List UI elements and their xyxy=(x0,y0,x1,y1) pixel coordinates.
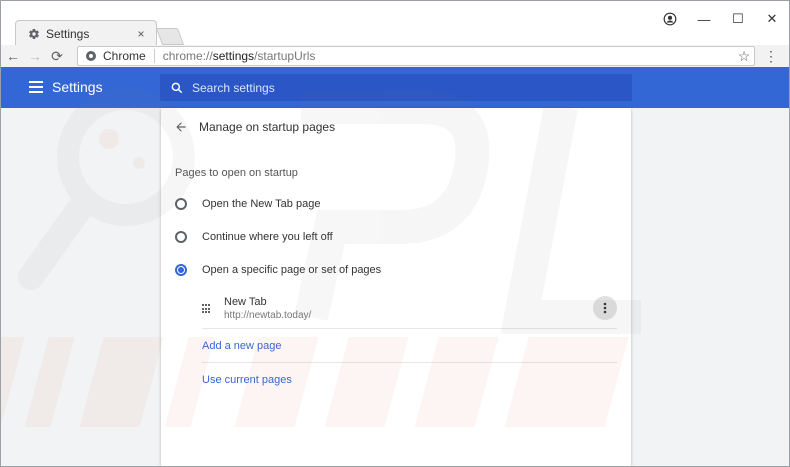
startup-pages-card: Manage on startup pages Pages to open on… xyxy=(161,108,631,466)
minimize-button[interactable]: — xyxy=(687,9,721,29)
site-chip: Chrome xyxy=(103,49,155,63)
hamburger-menu-icon[interactable] xyxy=(29,81,43,93)
gear-icon xyxy=(28,28,40,40)
page-grid-icon xyxy=(202,304,212,314)
window-controls: — ☐ ✕ xyxy=(653,9,789,29)
tab-settings[interactable]: Settings × xyxy=(15,20,157,46)
profile-icon[interactable] xyxy=(653,9,687,29)
address-bar[interactable]: Chrome chrome://settings/startupUrls ☆ xyxy=(77,46,755,66)
forward-button[interactable]: → xyxy=(25,46,45,66)
chrome-icon xyxy=(83,48,99,64)
divider xyxy=(202,362,617,363)
subpage-header: Manage on startup pages xyxy=(161,108,631,146)
search-input[interactable] xyxy=(192,80,592,95)
close-window-button[interactable]: ✕ xyxy=(755,9,789,29)
add-new-page-link[interactable]: Add a new page xyxy=(202,340,282,352)
radio-button[interactable] xyxy=(175,231,187,243)
settings-header: Settings xyxy=(1,67,789,108)
browser-window: Settings × — ☐ ✕ ← → ⟳ Chrome chrome://s… xyxy=(0,0,790,467)
radio-label: Continue where you left off xyxy=(202,231,333,243)
bookmark-star-icon[interactable]: ☆ xyxy=(734,48,754,65)
settings-title: Settings xyxy=(52,79,103,95)
subpage-title: Manage on startup pages xyxy=(199,120,336,134)
radio-option-continue[interactable]: Continue where you left off xyxy=(161,222,631,252)
startup-page-entry: New Tab http://newtab.today/ xyxy=(161,292,631,328)
browser-menu-icon[interactable]: ⋮ xyxy=(763,48,779,64)
new-tab-button[interactable] xyxy=(155,28,185,45)
radio-label: Open a specific page or set of pages xyxy=(202,264,382,276)
search-icon xyxy=(170,81,184,95)
radio-button-checked[interactable] xyxy=(175,264,187,276)
tab-close-icon[interactable]: × xyxy=(134,27,148,41)
reload-button[interactable]: ⟳ xyxy=(47,46,67,66)
divider xyxy=(202,328,617,329)
radio-option-new-tab[interactable]: Open the New Tab page xyxy=(161,189,631,219)
more-actions-icon[interactable] xyxy=(593,296,617,320)
page-entry-title: New Tab xyxy=(224,296,267,308)
radio-option-specific-pages[interactable]: Open a specific page or set of pages xyxy=(161,255,631,285)
maximize-button[interactable]: ☐ xyxy=(721,9,755,29)
tab-title: Settings xyxy=(46,26,90,41)
search-settings-box[interactable] xyxy=(160,74,632,101)
back-arrow-icon[interactable] xyxy=(173,119,189,135)
use-current-pages-link[interactable]: Use current pages xyxy=(202,374,292,386)
tab-strip: Settings × — ☐ ✕ xyxy=(1,1,789,46)
back-button[interactable]: ← xyxy=(3,46,23,66)
radio-label: Open the New Tab page xyxy=(202,198,321,210)
page-entry-url: http://newtab.today/ xyxy=(224,310,312,321)
section-label: Pages to open on startup xyxy=(175,167,298,179)
browser-toolbar: ← → ⟳ Chrome chrome://settings/startupUr… xyxy=(1,45,789,67)
url-text[interactable]: chrome://settings/startupUrls xyxy=(163,49,734,63)
radio-button[interactable] xyxy=(175,198,187,210)
